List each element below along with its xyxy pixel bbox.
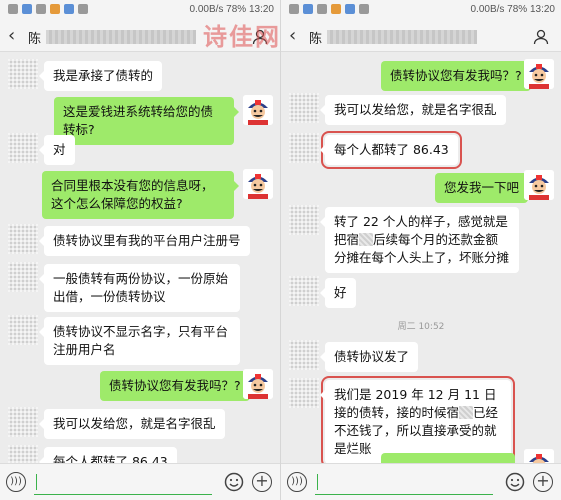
message-bubble[interactable]: 债转协议发了 — [319, 342, 419, 372]
left-chat-screen: 0.00B/s 78% 13:20 ‹ 陈 我是承接了债转的 这是爱钱进系统转给… — [0, 0, 280, 500]
back-arrow-icon[interactable]: ‹ — [8, 25, 15, 46]
timestamp: 周二 10:52 — [397, 322, 445, 332]
my-avatar[interactable] — [243, 169, 273, 199]
contact-avatar[interactable] — [289, 205, 319, 235]
chat-title: 陈 — [28, 32, 42, 47]
contact-avatar[interactable] — [8, 407, 38, 437]
my-avatar[interactable] — [243, 369, 273, 399]
notification-icon — [22, 4, 32, 14]
user-profile-icon[interactable] — [533, 29, 549, 45]
redacted-name — [327, 30, 477, 44]
chat-title: 陈 — [309, 32, 323, 47]
message-bubble[interactable]: 这是爱钱进系统转给您的债转标? — [54, 97, 239, 145]
emoji-icon[interactable] — [505, 472, 525, 492]
plus-icon[interactable]: + — [252, 472, 272, 492]
back-arrow-icon[interactable]: ‹ — [289, 25, 296, 46]
notification-icon — [359, 4, 369, 14]
message-bubble[interactable]: 对 — [39, 135, 75, 165]
message-bubble[interactable]: 我是承接了债转的 — [38, 61, 163, 91]
notification-icon — [317, 4, 327, 14]
plus-icon[interactable]: + — [533, 472, 553, 492]
notification-icon — [78, 4, 88, 14]
message-bubble[interactable]: 债转协议您有发我吗？? — [100, 371, 255, 401]
message-list: 我是承接了债转的 这是爱钱进系统转给您的债转标? 对 合同里根本没有您的信息呀，… — [0, 53, 280, 463]
contact-avatar[interactable] — [289, 378, 319, 408]
contact-avatar[interactable] — [289, 133, 319, 163]
contact-avatar[interactable] — [8, 315, 38, 345]
emoji-icon[interactable] — [224, 472, 244, 492]
notification-icon — [345, 4, 355, 14]
voice-icon[interactable]: ))) — [6, 472, 26, 492]
notification-icon — [8, 4, 18, 14]
message-bubble[interactable]: 每个人都转了 86.43 — [39, 447, 177, 463]
message-bubble[interactable]: 转了 22 个人的样子，感觉就是把宿 后续每个月的还款金额分摊在每个人头上了，坏账… — [320, 207, 519, 273]
message-bubble[interactable]: 您发我一下吧 — [435, 173, 534, 203]
message-bubble[interactable]: 好 — [320, 278, 356, 308]
contact-avatar[interactable] — [8, 59, 38, 89]
message-bubble[interactable]: 我可以发给您，就是名字很乱 — [320, 95, 506, 125]
input-bar: ))) + — [0, 463, 280, 500]
text-caret — [36, 474, 37, 490]
status-bar: 0.00B/s 78% 13:20 — [281, 0, 561, 22]
status-right: 0.00B/s 78% 13:20 — [470, 4, 555, 15]
message-input[interactable] — [34, 469, 212, 495]
site-watermark: 诗佳网 — [203, 23, 281, 51]
contact-avatar[interactable] — [8, 262, 38, 292]
notification-icons — [289, 4, 369, 14]
contact-avatar[interactable] — [289, 93, 319, 123]
redacted-name — [46, 30, 196, 44]
redacted-mosaic — [359, 233, 374, 246]
message-bubble-highlighted[interactable]: 每个人都转了 86.43 — [320, 131, 462, 169]
status-right: 0.00B/s 78% 13:20 — [189, 4, 274, 15]
message-bubble[interactable]: 债转协议不显示名字，只有平台注册用户名 — [39, 317, 240, 365]
message-bubble[interactable]: 债转协议您有发我吗？? — [381, 61, 536, 91]
contact-avatar[interactable] — [289, 340, 319, 370]
text-caret — [317, 474, 318, 490]
message-bubble[interactable]: 我可以发给您，就是名字很乱 — [39, 409, 225, 439]
my-avatar[interactable] — [524, 59, 554, 89]
my-avatar[interactable] — [243, 95, 273, 125]
notification-icon — [303, 4, 313, 14]
right-chat-screen: 0.00B/s 78% 13:20 ‹ 陈 债转协议您有发我吗？? 我可以发给您… — [281, 0, 561, 500]
notification-icons — [8, 4, 88, 14]
input-bar: ))) + — [281, 463, 561, 500]
notification-icon — [289, 4, 299, 14]
message-bubble[interactable]: 债转协议里有我的平台用户注册号 — [39, 226, 250, 256]
message-input[interactable] — [315, 469, 493, 495]
notification-icon — [64, 4, 74, 14]
message-list: 债转协议您有发我吗？? 我可以发给您，就是名字很乱 每个人都转了 86.43 您… — [281, 53, 561, 463]
my-avatar[interactable] — [524, 449, 554, 463]
message-bubble[interactable]: 合同里根本没有您的信息呀，这个怎么保障您的权益? — [42, 171, 239, 219]
notification-icon — [36, 4, 46, 14]
message-bubble[interactable] — [381, 453, 515, 463]
message-bubble[interactable]: 一般债转有两份协议，一份原始出借，一份债转协议 — [39, 264, 240, 312]
contact-avatar[interactable] — [8, 224, 38, 254]
voice-icon[interactable]: ))) — [287, 472, 307, 492]
redacted-mosaic — [459, 406, 474, 419]
message-bubble-highlighted[interactable]: 我们是 2019 年 12 月 11 日接的债转，接的时候宿 已经不还钱了，所以直… — [320, 376, 515, 463]
notification-icon — [50, 4, 60, 14]
contact-avatar[interactable] — [289, 276, 319, 306]
notification-icon — [331, 4, 341, 14]
contact-avatar[interactable] — [8, 445, 38, 463]
chat-title-bar: ‹ 陈 — [281, 22, 561, 52]
my-avatar[interactable] — [524, 170, 554, 200]
contact-avatar[interactable] — [8, 133, 38, 163]
